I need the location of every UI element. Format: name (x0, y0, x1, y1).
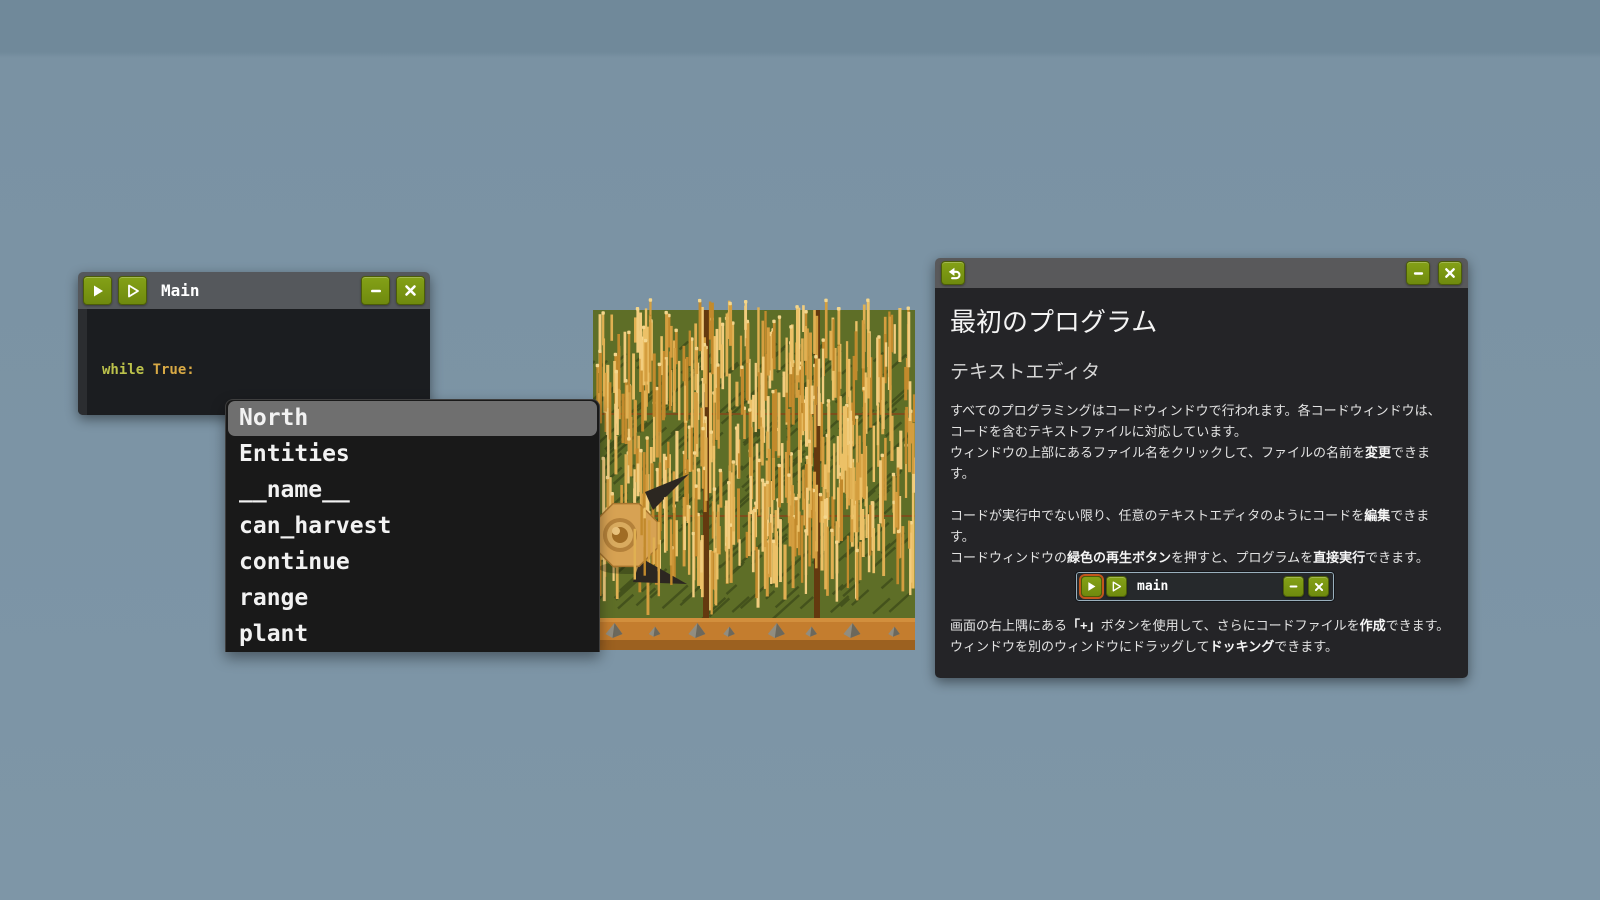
play-icon (1088, 582, 1096, 591)
tutorial-paragraph: すべてのプログラミングはコードウィンドウで行われます。各コードウィンドウは、コー… (950, 403, 1441, 481)
code-window-titlebar[interactable]: Main (78, 272, 430, 309)
farm-scene (593, 298, 915, 650)
autocomplete-item[interactable]: plant (226, 616, 599, 652)
tutorial-subtitle: テキストエディタ (950, 362, 1101, 383)
mini-close-button (1308, 576, 1329, 597)
step-button[interactable] (118, 276, 147, 305)
play-outline-icon (1112, 581, 1122, 592)
autocomplete-item[interactable]: continue (226, 544, 599, 580)
tutorial-paragraph: コードが実行中でない限り、任意のテキストエディタのようにコードを編集できます。 … (950, 508, 1430, 565)
mini-run-button-highlighted (1081, 576, 1102, 597)
tutorial-paragraph: 画面の右上隅にある「+」ボタンを使用して、さらにコードファイルを作成できます。 … (950, 618, 1450, 654)
tutorial-mini-code-window: main (1075, 571, 1335, 602)
play-icon (93, 285, 103, 296)
minimize-icon (370, 289, 381, 292)
autocomplete-item-selected[interactable]: North (228, 401, 597, 436)
tutorial-titlebar[interactable] (935, 258, 1468, 288)
close-icon (405, 285, 416, 296)
minimize-icon (1413, 271, 1423, 275)
run-button[interactable] (83, 276, 112, 305)
farm-base (593, 618, 915, 650)
code-window-title[interactable]: Main (161, 281, 355, 300)
tutorial-window: 最初のプログラム テキストエディタ すべてのプログラミングはコードウィンドウで行… (935, 258, 1468, 678)
tutorial-minimize-button[interactable] (1406, 261, 1430, 285)
autocomplete-item[interactable]: can_harvest (226, 508, 599, 544)
back-arrow-icon (948, 267, 960, 279)
tutorial-content: 最初のプログラム テキストエディタ すべてのプログラミングはコードウィンドウで行… (935, 288, 1468, 678)
autocomplete-popup: North Entities __name__ can_harvest cont… (225, 399, 600, 652)
tutorial-close-button[interactable] (1438, 261, 1462, 285)
autocomplete-item[interactable]: __name__ (226, 472, 599, 508)
close-button[interactable] (396, 276, 425, 305)
play-outline-icon (127, 284, 139, 297)
tutorial-title: 最初のプログラム (950, 307, 1158, 337)
back-button[interactable] (941, 261, 965, 285)
mini-step-button (1106, 576, 1127, 597)
autocomplete-item[interactable]: Entities (226, 436, 599, 472)
code-gutter (78, 309, 87, 415)
code-window-main: Main while True: if can_harvest(): harve… (78, 272, 430, 415)
minimize-button[interactable] (361, 276, 390, 305)
close-icon (1314, 582, 1323, 591)
autocomplete-item[interactable]: range (226, 580, 599, 616)
mini-window-title: main (1137, 579, 1169, 594)
minimize-icon (1289, 585, 1298, 588)
mini-minimize-button (1283, 576, 1304, 597)
close-icon (1445, 268, 1455, 278)
